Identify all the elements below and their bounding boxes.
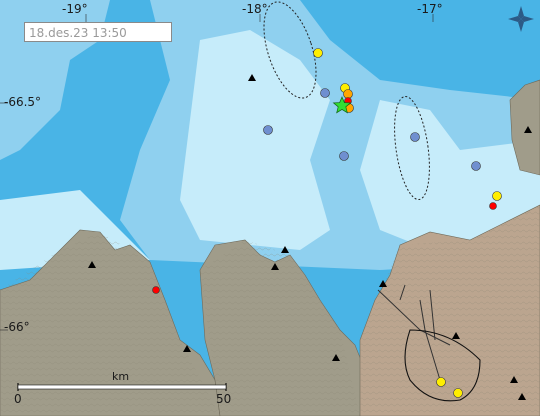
quake-yellow xyxy=(492,191,502,201)
lat-label-66-5: -66.5° xyxy=(4,95,42,109)
scale-start-label: 0 xyxy=(14,392,22,406)
quake-orange xyxy=(343,89,353,99)
compass-rose-glyph xyxy=(508,6,534,32)
quake-old xyxy=(410,132,420,142)
quake-yellow xyxy=(313,48,323,58)
quake-yellow xyxy=(436,377,446,387)
quake-old xyxy=(471,161,481,171)
quake-old xyxy=(263,125,273,135)
quake-recent xyxy=(152,286,160,294)
lon-label-18: -18° xyxy=(242,2,268,16)
scale-unit-label: km xyxy=(112,370,130,383)
quake-old xyxy=(320,88,330,98)
lat-label-66: -66° xyxy=(4,320,30,334)
map-timestamp: 18.des.23 13:50 xyxy=(24,22,172,42)
quake-old xyxy=(339,151,349,161)
map-canvas[interactable] xyxy=(0,0,540,416)
lon-label-19: -19° xyxy=(62,2,88,16)
quake-yellow xyxy=(453,388,463,398)
lon-label-17: -17° xyxy=(417,2,443,16)
earthquake-map[interactable]: -19° -18° -17° -66.5° -66° 18.des.23 13:… xyxy=(0,0,540,416)
quake-recent xyxy=(489,202,497,210)
compass-rose-icon[interactable] xyxy=(506,4,536,34)
scale-end-label: 50 xyxy=(216,392,232,406)
